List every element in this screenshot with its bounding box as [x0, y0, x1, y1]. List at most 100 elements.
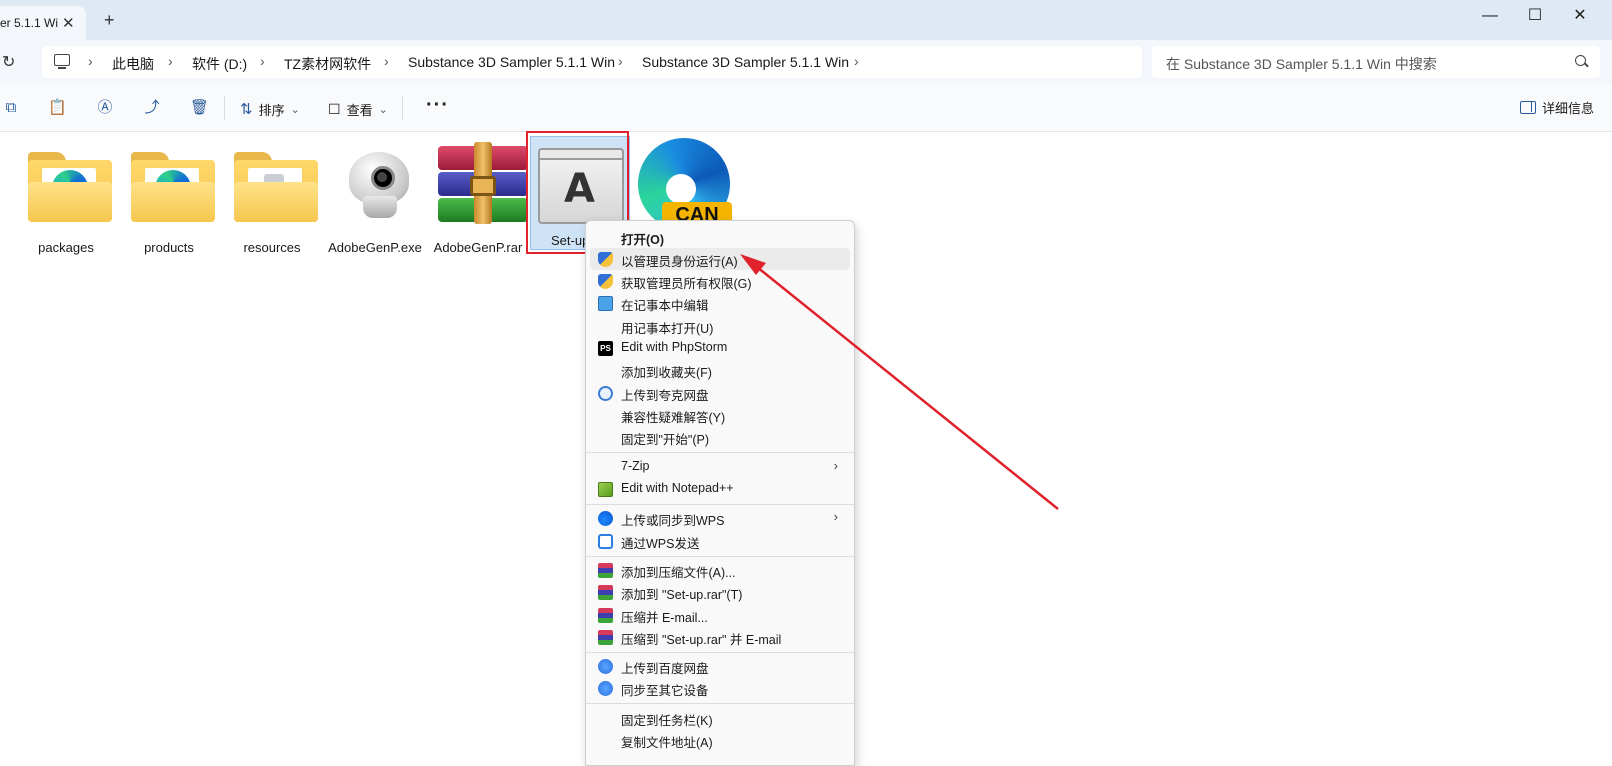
- menu-item-label: 添加到收藏夹(F): [621, 366, 712, 380]
- address-row: ↻ › 此电脑 › 软件 (D:) › TZ素材网软件 › Substance …: [0, 40, 1612, 84]
- submenu-arrow-icon: ›: [833, 509, 838, 524]
- search-icon[interactable]: [1575, 55, 1586, 66]
- menu-item-7zip[interactable]: 7-Zip ›: [590, 456, 850, 478]
- menu-item-label: 固定到任务栏(K): [621, 714, 713, 728]
- menu-item-label: 以管理员身份运行(A): [621, 255, 738, 269]
- refresh-icon[interactable]: ↻: [2, 52, 15, 72]
- details-label: 详细信息: [1542, 101, 1595, 116]
- menu-item-open[interactable]: 打开(O): [590, 226, 850, 248]
- menu-item-sync-devices[interactable]: 同步至其它设备: [590, 677, 850, 699]
- menu-item-compress-setup-email[interactable]: 压缩到 "Set-up.rar" 并 E-mail: [590, 626, 850, 648]
- menu-item-compatibility[interactable]: 兼容性疑难解答(Y): [590, 404, 850, 426]
- chevron-down-icon: ⌄: [290, 103, 300, 116]
- file-name: products: [144, 240, 194, 255]
- winrar-archive-icon: [438, 142, 528, 224]
- tab-label: er 5.1.1 Wi: [0, 16, 59, 30]
- copy-icon[interactable]: ⧉: [2, 100, 20, 116]
- share-icon[interactable]: ⤴: [143, 100, 161, 116]
- menu-item-label: 压缩并 E-mail...: [621, 611, 708, 625]
- skull-app-icon: [345, 152, 413, 222]
- menu-item-baidu-upload[interactable]: 上传到百度网盘: [590, 655, 850, 677]
- chevron-right-icon[interactable]: ›: [168, 53, 173, 69]
- file-item-edge-canary[interactable]: CAN: [636, 138, 732, 220]
- chevron-right-icon[interactable]: ›: [618, 53, 623, 69]
- view-label: 查看: [346, 102, 373, 118]
- chevron-right-icon[interactable]: ›: [384, 53, 389, 69]
- file-name: AdobeGenP.exe: [328, 240, 422, 255]
- menu-item-pin-start[interactable]: 固定到"开始"(P): [590, 426, 850, 448]
- paste-icon[interactable]: 📋: [48, 100, 67, 116]
- menu-divider: [586, 703, 854, 704]
- uac-shield-icon: [598, 274, 613, 289]
- more-options-icon[interactable]: ···: [426, 94, 449, 117]
- menu-item-wps-send[interactable]: 通过WPS发送: [590, 530, 850, 552]
- menu-item-label: Edit with Notepad++: [621, 481, 734, 495]
- winrar-icon: [598, 585, 613, 600]
- details-button[interactable]: 详细信息: [1520, 98, 1594, 117]
- menu-item-quark-upload[interactable]: 上传到夸克网盘: [590, 382, 850, 404]
- winrar-icon: [598, 608, 613, 623]
- breadcrumb-substance-parent[interactable]: Substance 3D Sampler 5.1.1 Win: [408, 54, 615, 70]
- context-menu: 打开(O) 以管理员身份运行(A) 获取管理员所有权限(G) 在记事本中编辑 用…: [585, 220, 855, 766]
- minimize-icon[interactable]: —: [1475, 4, 1505, 28]
- file-item-products[interactable]: products: [119, 140, 219, 260]
- close-window-icon[interactable]: ✕: [1565, 4, 1595, 28]
- search-input[interactable]: 在 Substance 3D Sampler 5.1.1 Win 中搜索: [1152, 46, 1600, 78]
- file-item-adobegenp-rar[interactable]: AdobeGenP.rar: [428, 140, 528, 260]
- menu-item-label: 打开(O): [621, 233, 665, 247]
- new-tab-icon[interactable]: +: [104, 11, 115, 29]
- file-name: packages: [38, 240, 94, 255]
- tab-current[interactable]: er 5.1.1 Wi ✕: [0, 6, 86, 40]
- chevron-right-icon[interactable]: ›: [260, 53, 265, 69]
- menu-divider: [586, 652, 854, 653]
- menu-item-label: 获取管理员所有权限(G): [621, 277, 752, 291]
- menu-item-phpstorm[interactable]: PS Edit with PhpStorm: [590, 337, 850, 359]
- menu-item-label: 通过WPS发送: [621, 537, 700, 551]
- file-item-packages[interactable]: packages: [16, 140, 116, 260]
- folder-icon: [234, 152, 318, 222]
- menu-item-add-favorites[interactable]: 添加到收藏夹(F): [590, 359, 850, 381]
- chevron-right-icon[interactable]: ›: [88, 53, 93, 69]
- view-button[interactable]: ☐ 查看 ⌄: [328, 98, 388, 120]
- sort-button[interactable]: ⇅ 排序 ⌄: [240, 98, 300, 120]
- command-toolbar: ⧉ 📋 Ⓐ ⤴ 🗑 ⇅ 排序 ⌄ ☐ 查看 ⌄ ··· 详细信息: [0, 84, 1612, 132]
- submenu-arrow-icon: ›: [833, 458, 838, 473]
- folder-icon: [28, 152, 112, 222]
- menu-item-take-ownership[interactable]: 获取管理员所有权限(G): [590, 270, 850, 292]
- menu-item-label: 同步至其它设备: [621, 684, 709, 698]
- maximize-icon[interactable]: ☐: [1520, 4, 1550, 28]
- delete-icon[interactable]: 🗑: [190, 100, 209, 116]
- details-pane-icon: [1520, 101, 1536, 114]
- this-pc-icon[interactable]: [54, 54, 70, 69]
- menu-item-wps-sync[interactable]: 上传或同步到WPS ›: [590, 507, 850, 529]
- rename-icon[interactable]: Ⓐ: [96, 100, 114, 116]
- menu-divider: [586, 452, 854, 453]
- menu-item-edit-notepad[interactable]: 在记事本中编辑: [590, 292, 850, 314]
- file-name: AdobeGenP.rar: [433, 240, 523, 255]
- menu-item-label: 上传到夸克网盘: [621, 389, 709, 403]
- menu-item-notepad-plus[interactable]: Edit with Notepad++: [590, 478, 850, 500]
- menu-item-add-setup-rar[interactable]: 添加到 "Set-up.rar"(T): [590, 581, 850, 603]
- breadcrumb-tz-folder[interactable]: TZ素材网软件: [284, 54, 371, 74]
- menu-item-label: 上传或同步到WPS: [621, 514, 725, 528]
- menu-item-compress-email[interactable]: 压缩并 E-mail...: [590, 604, 850, 626]
- menu-item-label: 在记事本中编辑: [621, 299, 709, 313]
- menu-item-copy-path[interactable]: 复制文件地址(A): [590, 729, 850, 751]
- notepad-icon: [598, 296, 613, 311]
- address-bar[interactable]: › 此电脑 › 软件 (D:) › TZ素材网软件 › Substance 3D…: [42, 46, 1142, 78]
- chevron-right-icon[interactable]: ›: [854, 53, 859, 69]
- notepad-plus-icon: [598, 482, 613, 497]
- breadcrumb-this-pc[interactable]: 此电脑: [112, 54, 154, 74]
- menu-item-open-notepad[interactable]: 用记事本打开(U): [590, 315, 850, 337]
- menu-item-add-archive[interactable]: 添加到压缩文件(A)...: [590, 559, 850, 581]
- tab-close-icon[interactable]: ✕: [62, 14, 75, 32]
- menu-item-pin-taskbar[interactable]: 固定到任务栏(K): [590, 707, 850, 729]
- sort-label: 排序: [258, 102, 285, 118]
- file-item-resources[interactable]: resources: [222, 140, 322, 260]
- breadcrumb-drive-d[interactable]: 软件 (D:): [192, 54, 247, 74]
- breadcrumb-substance-current[interactable]: Substance 3D Sampler 5.1.1 Win: [642, 54, 849, 70]
- menu-item-run-as-admin[interactable]: 以管理员身份运行(A): [590, 248, 850, 270]
- file-item-adobegenp-exe[interactable]: AdobeGenP.exe: [325, 140, 425, 260]
- winrar-icon: [598, 630, 613, 645]
- menu-divider: [586, 556, 854, 557]
